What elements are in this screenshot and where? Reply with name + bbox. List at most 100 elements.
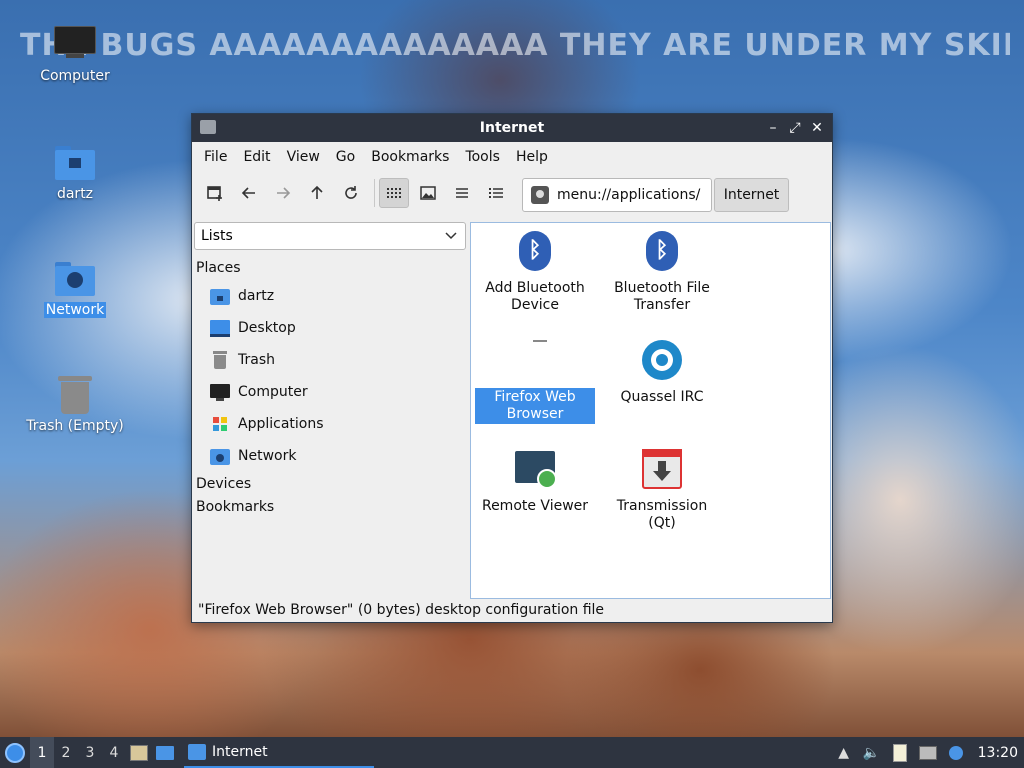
file-manager-window: Internet – ⤢ ✕ File Edit View Go Bookmar… [191,113,833,623]
place-item-applications[interactable]: Applications [194,408,468,440]
trash-icon [54,374,96,414]
side-pane-mode-label: Lists [201,228,233,244]
place-item-label: Trash [238,352,275,368]
lxqt-logo-icon [5,742,25,763]
side-pane: Lists Places dartz Desktop Trash Compute… [194,222,468,596]
menu-file[interactable]: File [196,149,235,165]
notification-icon[interactable] [942,737,970,768]
place-item-label: Desktop [238,320,296,336]
menubar: File Edit View Go Bookmarks Tools Help [192,142,832,172]
back-arrow-icon[interactable] [234,178,264,208]
chevron-down-icon [445,228,457,244]
devices-heading[interactable]: Devices [194,472,468,495]
desktop-icon-network[interactable]: Network [20,258,130,318]
home-folder-icon [54,142,96,182]
wallpaper-banner-text: THE BUGS AAAAAAAAAAAAAA THEY ARE UNDER M… [20,28,1010,63]
firefox-icon [513,338,557,382]
workspace-2[interactable]: 2 [54,737,78,768]
home-folder-icon [210,286,230,306]
forward-arrow-icon[interactable] [268,178,298,208]
file-item-remote-viewer[interactable]: Remote Viewer [475,447,595,516]
menu-edit[interactable]: Edit [235,149,278,165]
trash-icon [210,350,230,370]
up-arrow-icon[interactable] [302,178,332,208]
file-item-label: Transmission (Qt) [616,498,708,531]
workspace-4[interactable]: 4 [102,737,126,768]
toolbar: menu://applications/ Internet [192,172,832,214]
place-item-trash[interactable]: Trash [194,344,468,376]
location-bar[interactable]: menu://applications/ [522,178,712,212]
applications-icon [210,414,230,434]
desktop-icon-dartz[interactable]: dartz [20,142,130,202]
file-item-label: Firefox Web Browser [475,388,595,424]
window-title: Internet [479,120,545,136]
workspace-3[interactable]: 3 [78,737,102,768]
desktop-icon [156,745,174,760]
desktop-icon-label: Computer [40,68,110,84]
file-manager-icon [130,744,148,761]
network-tray-icon[interactable] [914,737,942,768]
system-tray: ▲ 🔈 13:20 [830,737,1024,768]
network-folder-icon [210,446,230,466]
file-item-firefox-web-browser[interactable]: Firefox Web Browser [475,338,595,424]
reload-icon[interactable] [336,178,366,208]
clock[interactable]: 13:20 [970,745,1024,761]
close-button[interactable]: ✕ [808,118,826,138]
tray-arrow-icon[interactable]: ▲ [830,737,858,768]
file-view[interactable]: ᛒ Add Bluetooth Device ᛒ Bluetooth File … [470,222,831,599]
bookmarks-heading[interactable]: Bookmarks [194,495,468,518]
volume-icon[interactable]: 🔈 [858,737,886,768]
place-item-desktop[interactable]: Desktop [194,312,468,344]
folder-icon [200,120,216,134]
menu-bookmarks[interactable]: Bookmarks [363,149,457,165]
start-menu-button[interactable] [0,737,30,768]
menu-tools[interactable]: Tools [457,149,508,165]
show-desktop-button[interactable] [152,737,178,768]
status-bar: "Firefox Web Browser" (0 bytes) desktop … [198,602,605,618]
desktop-icon-label: Trash (Empty) [26,418,124,434]
menu-go[interactable]: Go [328,149,363,165]
maximize-button[interactable]: ⤢ [786,118,804,138]
place-item-network[interactable]: Network [194,440,468,472]
menu-help[interactable]: Help [508,149,556,165]
file-manager-launcher[interactable] [126,737,152,768]
file-item-label: Remote Viewer [481,498,589,514]
place-item-label: Applications [238,416,324,432]
file-item-add-bluetooth-device[interactable]: ᛒ Add Bluetooth Device [475,229,595,315]
quassel-icon [640,338,684,382]
file-item-label: Quassel IRC [620,389,704,405]
place-item-label: dartz [238,288,275,304]
place-item-label: Network [238,448,297,464]
transmission-icon [640,447,684,491]
detailed-list-view-icon[interactable] [481,178,511,208]
file-item-label: Add Bluetooth Device [485,280,585,313]
places-heading: Places [196,260,241,276]
computer-icon [54,24,96,64]
file-item-transmission-qt[interactable]: Transmission (Qt) [602,447,722,533]
folder-icon [188,743,206,760]
taskbar: 1 2 3 4 Internet ▲ 🔈 13:20 [0,737,1024,768]
new-tab-icon[interactable] [200,178,230,208]
place-item-dartz[interactable]: dartz [194,280,468,312]
desktop-icon [210,318,230,338]
file-item-quassel-irc[interactable]: Quassel IRC [602,338,722,407]
place-item-computer[interactable]: Computer [194,376,468,408]
breadcrumb-internet[interactable]: Internet [714,178,789,212]
desktop-icon-computer[interactable]: Computer [20,24,130,84]
compact-view-icon[interactable] [447,178,477,208]
icon-view-icon[interactable] [379,178,409,208]
task-button-label: Internet [212,743,268,760]
thumbnail-view-icon[interactable] [413,178,443,208]
file-item-bluetooth-file-transfer[interactable]: ᛒ Bluetooth File Transfer [602,229,722,315]
menu-view[interactable]: View [279,149,328,165]
side-pane-mode-select[interactable]: Lists [194,222,466,250]
bluetooth-icon: ᛒ [640,229,684,273]
window-titlebar[interactable]: Internet – ⤢ ✕ [192,114,832,142]
place-item-label: Computer [238,384,308,400]
workspace-1[interactable]: 1 [30,737,54,768]
desktop-icon-trash[interactable]: Trash (Empty) [20,374,130,434]
clipboard-icon[interactable] [886,737,914,768]
task-button-internet[interactable]: Internet [184,737,374,768]
minimize-button[interactable]: – [764,118,782,138]
location-text: menu://applications/ [557,187,701,203]
